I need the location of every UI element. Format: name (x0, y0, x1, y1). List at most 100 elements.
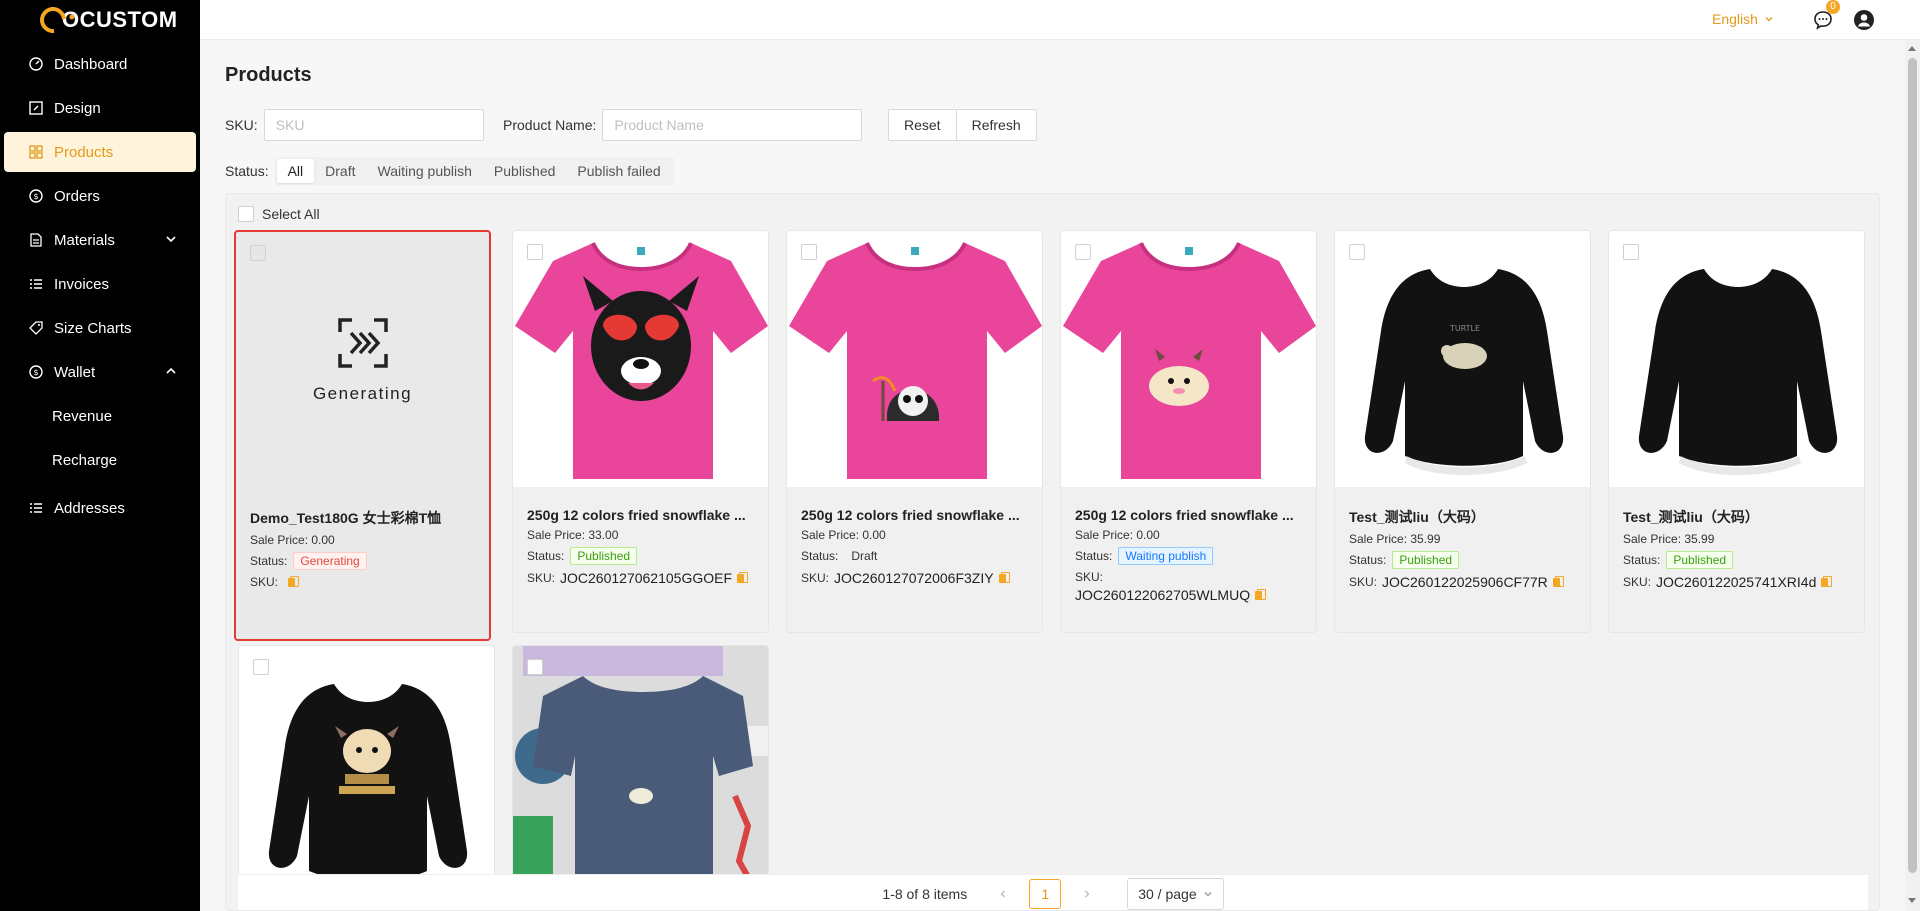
status-option-publish-failed[interactable]: Publish failed (566, 159, 671, 183)
price-label: Sale Price: (250, 533, 309, 547)
status-badge: Published (570, 547, 638, 565)
sidebar-item-materials[interactable]: Materials (4, 220, 196, 260)
refresh-button[interactable]: Refresh (956, 109, 1037, 141)
sidebar-item-invoices[interactable]: Invoices (4, 264, 196, 304)
sidebar-subitem-revenue[interactable]: Revenue (4, 396, 196, 436)
product-image (787, 231, 1042, 487)
product-checkbox[interactable] (1623, 244, 1639, 260)
product-checkbox[interactable] (1075, 244, 1091, 260)
sidebar-item-label: Dashboard (54, 55, 128, 73)
prev-page-button[interactable] (991, 882, 1015, 906)
sidebar-item-wallet[interactable]: $ Wallet (4, 352, 196, 392)
product-image (1061, 231, 1316, 487)
product-name: Demo_Test180G 女士彩棉T恤 (250, 510, 442, 526)
price-value: 0.00 (311, 533, 335, 547)
language-selector[interactable]: English (1712, 11, 1774, 27)
sidebar-item-size-charts[interactable]: Size Charts (4, 308, 196, 348)
sku-value: JOC260127062105GGOEF (560, 570, 733, 586)
product-checkbox[interactable] (801, 244, 817, 260)
next-page-button[interactable] (1075, 882, 1099, 906)
status-option-published[interactable]: Published (483, 159, 567, 183)
price-value: 33.00 (588, 528, 619, 542)
product-name: Test_测试liu（大码） (1349, 509, 1485, 525)
sidebar-item-addresses[interactable]: Addresses (4, 488, 196, 528)
product-price: Sale Price: 0.00 (801, 528, 1028, 542)
product-name-input[interactable] (602, 109, 863, 141)
tshirt-image (789, 242, 1042, 479)
status-badge: Published (1666, 551, 1734, 569)
sidebar-item-dashboard[interactable]: Dashboard (4, 44, 196, 84)
product-sku: SKU: (250, 575, 475, 589)
sidebar-nav: Dashboard Design Products $ Orders Mater… (0, 44, 200, 528)
filter-actions: Reset Refresh (888, 109, 1037, 141)
scroll-up-icon[interactable] (1908, 46, 1916, 51)
scrollbar-thumb[interactable] (1908, 58, 1917, 873)
reset-button[interactable]: Reset (888, 109, 957, 141)
copy-icon[interactable] (998, 572, 1010, 584)
status-badge: Published (1392, 551, 1460, 569)
product-card[interactable]: 250g 12 colors fried snowflake ... Sale … (1060, 230, 1317, 633)
status-option-draft[interactable]: Draft (314, 159, 366, 183)
sidebar-item-label: Materials (54, 231, 115, 249)
dashboard-icon (28, 56, 44, 72)
top-bar: English 0 (200, 0, 1920, 40)
sku-label: SKU: (225, 117, 258, 133)
product-card[interactable] (238, 645, 495, 885)
product-checkbox[interactable] (527, 244, 543, 260)
sidebar-subitem-recharge[interactable]: Recharge (4, 440, 196, 480)
price-value: 0.00 (1136, 528, 1160, 542)
list-icon (28, 500, 44, 516)
product-checkbox[interactable] (250, 245, 266, 261)
product-card[interactable]: Test_测试liu（大码） Sale Price: 35.99 Status:… (1608, 230, 1865, 633)
product-card[interactable]: 250g 12 colors fried snowflake ... Sale … (786, 230, 1043, 633)
status-option-all[interactable]: All (276, 159, 315, 183)
product-checkbox[interactable] (527, 659, 543, 675)
sku-filter: SKU: (225, 109, 484, 141)
scroll-down-icon[interactable] (1908, 898, 1916, 903)
page-scrollbar[interactable] (1905, 40, 1920, 911)
svg-text:$: $ (33, 192, 38, 201)
user-avatar-icon[interactable] (1853, 9, 1875, 31)
page-size-value: 30 / page (1138, 885, 1197, 902)
copy-icon[interactable] (1821, 576, 1833, 588)
product-image (513, 231, 768, 487)
status-option-waiting-publish[interactable]: Waiting publish (367, 159, 483, 183)
page-size-select[interactable]: 30 / page (1127, 877, 1224, 910)
copy-icon[interactable] (1552, 576, 1564, 588)
main-content: Products SKU: Product Name: Reset Refres… (200, 40, 1905, 911)
product-checkbox[interactable] (1349, 244, 1365, 260)
sidebar-item-products[interactable]: Products (4, 132, 196, 172)
chevron-down-icon (1204, 891, 1212, 896)
copy-icon[interactable] (737, 572, 749, 584)
product-name: 250g 12 colors fried snowflake ... (801, 507, 1020, 523)
product-status: Status: Draft (801, 547, 1028, 565)
sweatshirt-image: TURTLE (1364, 269, 1564, 475)
select-all[interactable]: Select All (238, 206, 320, 222)
product-checkbox[interactable] (253, 659, 269, 675)
product-info: Demo_Test180G 女士彩棉T恤 Sale Price: 0.00 St… (236, 488, 489, 639)
select-all-checkbox[interactable] (238, 206, 254, 222)
product-status: Status: Published (527, 547, 754, 565)
sku-input[interactable] (263, 109, 484, 141)
sweatshirt-image (1638, 269, 1838, 475)
page-1-button[interactable]: 1 (1029, 878, 1062, 909)
orders-icon: $ (28, 188, 44, 204)
copy-icon[interactable] (1255, 589, 1267, 601)
sidebar-item-orders[interactable]: $ Orders (4, 176, 196, 216)
generating-overlay: Generating (236, 232, 489, 488)
product-card[interactable] (512, 645, 769, 885)
price-label: Sale Price: (1075, 528, 1134, 542)
product-card[interactable]: Generating Demo_Test180G 女士彩棉T恤 Sale Pri… (234, 230, 491, 641)
tshirt-image (1063, 242, 1316, 479)
product-price: Sale Price: 0.00 (250, 533, 475, 547)
product-card[interactable]: TURTLE Test_测试liu（大码） Sale Price: 35.99 … (1334, 230, 1591, 633)
copy-icon[interactable] (288, 576, 300, 588)
sidebar-item-label: Products (54, 143, 114, 161)
status-label: Status: (1075, 549, 1113, 563)
sidebar-item-design[interactable]: Design (4, 88, 196, 128)
brand-logo[interactable]: OCUSTOM (0, 0, 200, 40)
product-sku: SKU: JOC260122025906CF77R (1349, 574, 1576, 590)
product-status: Status: Generating (250, 552, 475, 570)
status-label: Status: (225, 163, 269, 179)
product-card[interactable]: 250g 12 colors fried snowflake ... Sale … (512, 230, 769, 633)
